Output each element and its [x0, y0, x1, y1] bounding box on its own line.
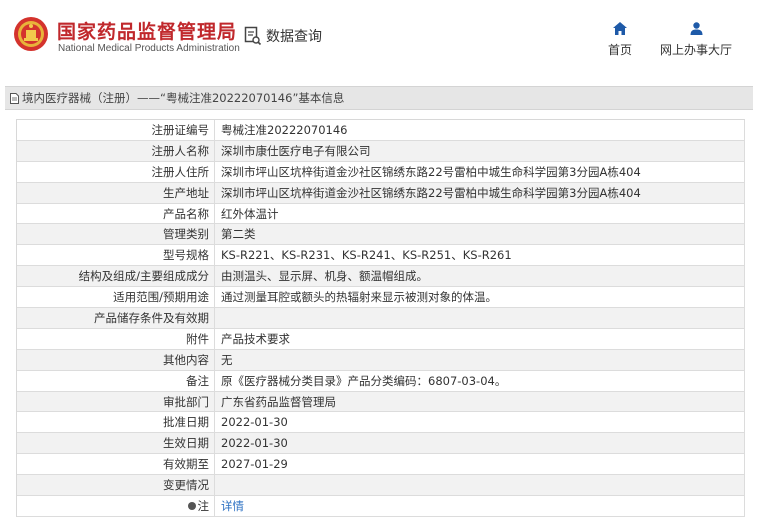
- brand-name-cn[interactable]: 国家药品监督管理局: [57, 17, 237, 44]
- field-label: 附件: [17, 328, 215, 349]
- field-label: 审批部门: [17, 391, 215, 412]
- table-row: 生效日期 2022-01-30: [17, 433, 745, 455]
- table-row: 其他内容 无: [17, 349, 745, 371]
- field-value: 2022-01-30: [215, 433, 745, 454]
- field-label: 批准日期: [17, 412, 215, 433]
- table-row: 管理类别 第二类: [17, 224, 745, 246]
- table-row: 注册人名称 深圳市康仕医疗电子有限公司: [17, 140, 745, 162]
- field-value: 深圳市坪山区坑梓街道金沙社区锦绣东路22号雷柏中城生命科学园第3分园A栋404: [215, 161, 745, 182]
- nav-online-service-hall[interactable]: 网上办事大厅: [656, 22, 736, 58]
- field-label: 结构及组成/主要组成成分: [17, 266, 215, 287]
- document-icon: [10, 92, 19, 104]
- field-label: 生效日期: [17, 433, 215, 454]
- brand-name-en: National Medical Products Administration: [58, 43, 240, 54]
- home-icon: [613, 22, 627, 35]
- nav-online-service-hall-label: 网上办事大厅: [659, 43, 732, 57]
- emblem-logo: [14, 17, 48, 51]
- nav-home[interactable]: 首页: [604, 22, 636, 58]
- table-row: 适用范围/预期用途 通过测量耳腔或额头的热辐射来显示被测对象的体温。: [17, 287, 745, 309]
- field-value: [215, 475, 745, 496]
- field-value: 原《医疗器械分类目录》产品分类编码：6807-03-04。: [215, 370, 745, 391]
- table-row-note: 注 详情: [17, 496, 745, 517]
- field-value: 红外体温计: [215, 203, 745, 224]
- field-label: 产品名称: [17, 203, 215, 224]
- table-row: 备注 原《医疗器械分类目录》产品分类编码：6807-03-04。: [17, 370, 745, 392]
- field-value: 由测温头、显示屏、机身、额温帽组成。: [215, 266, 745, 287]
- note-label: 注: [197, 499, 210, 514]
- field-label: 变更情况: [17, 475, 215, 496]
- note-label-cell: 注: [17, 496, 215, 516]
- table-row: 审批部门 广东省药品监督管理局: [17, 391, 745, 413]
- site-header: 国家药品监督管理局 National Medical Products Admi…: [0, 0, 760, 78]
- table-row: 有效期至 2027-01-29: [17, 454, 745, 476]
- field-label: 有效期至: [17, 454, 215, 475]
- field-value: [215, 308, 745, 328]
- field-value: 深圳市坪山区坑梓街道金沙社区锦绣东路22号雷柏中城生命科学园第3分园A栋404: [215, 182, 745, 203]
- field-value: 深圳市康仕医疗电子有限公司: [215, 140, 745, 161]
- bulb-icon: [187, 501, 196, 510]
- field-value: 2022-01-30: [215, 412, 745, 433]
- field-label: 注册证编号: [17, 120, 215, 140]
- detail-table: 注册证编号 粤械注准20222070146 注册人名称 深圳市康仕医疗电子有限公…: [16, 119, 745, 517]
- field-value: 粤械注准20222070146: [215, 120, 745, 140]
- table-row: 产品储存条件及有效期: [17, 308, 745, 329]
- field-label: 适用范围/预期用途: [17, 287, 215, 308]
- table-row: 批准日期 2022-01-30: [17, 412, 745, 434]
- detail-title-bar: 境内医疗器械（注册）——“粤械注准20222070146”基本信息: [5, 86, 753, 110]
- table-row: 生产地址 深圳市坪山区坑梓街道金沙社区锦绣东路22号雷柏中城生命科学园第3分园A…: [17, 182, 745, 204]
- nav-home-label: 首页: [607, 43, 632, 57]
- data-query-button[interactable]: 数据查询: [244, 26, 322, 46]
- table-row: 产品名称 红外体温计: [17, 203, 745, 225]
- field-label: 产品储存条件及有效期: [17, 308, 215, 328]
- field-label: 型号规格: [17, 245, 215, 266]
- field-value: 无: [215, 349, 745, 370]
- field-label: 管理类别: [17, 224, 215, 245]
- note-value-cell: 详情: [215, 496, 745, 516]
- table-row: 型号规格 KS-R221、KS-R231、KS-R241、KS-R251、KS-…: [17, 245, 745, 267]
- field-value: 第二类: [215, 224, 745, 245]
- field-label: 注册人名称: [17, 140, 215, 161]
- details-link[interactable]: 详情: [221, 499, 244, 513]
- field-value: 产品技术要求: [215, 328, 745, 349]
- field-value: 通过测量耳腔或额头的热辐射来显示被测对象的体温。: [215, 287, 745, 308]
- field-value: KS-R221、KS-R231、KS-R241、KS-R251、KS-R261: [215, 245, 745, 266]
- detail-title-text: 境内医疗器械（注册）——“粤械注准20222070146”基本信息: [22, 91, 345, 105]
- data-query-label: 数据查询: [266, 29, 322, 45]
- table-row: 结构及组成/主要组成成分 由测温头、显示屏、机身、额温帽组成。: [17, 266, 745, 288]
- field-label: 注册人住所: [17, 161, 215, 182]
- table-row: 注册证编号 粤械注准20222070146: [17, 120, 745, 141]
- table-row: 附件 产品技术要求: [17, 328, 745, 350]
- table-row: 变更情况: [17, 475, 745, 497]
- user-icon: [690, 22, 702, 35]
- table-row: 注册人住所 深圳市坪山区坑梓街道金沙社区锦绣东路22号雷柏中城生命科学园第3分园…: [17, 161, 745, 183]
- field-label: 生产地址: [17, 182, 215, 203]
- field-value: 2027-01-29: [215, 454, 745, 475]
- field-value: 广东省药品监督管理局: [215, 391, 745, 412]
- field-label: 其他内容: [17, 349, 215, 370]
- field-label: 备注: [17, 370, 215, 391]
- document-search-icon: [244, 26, 262, 46]
